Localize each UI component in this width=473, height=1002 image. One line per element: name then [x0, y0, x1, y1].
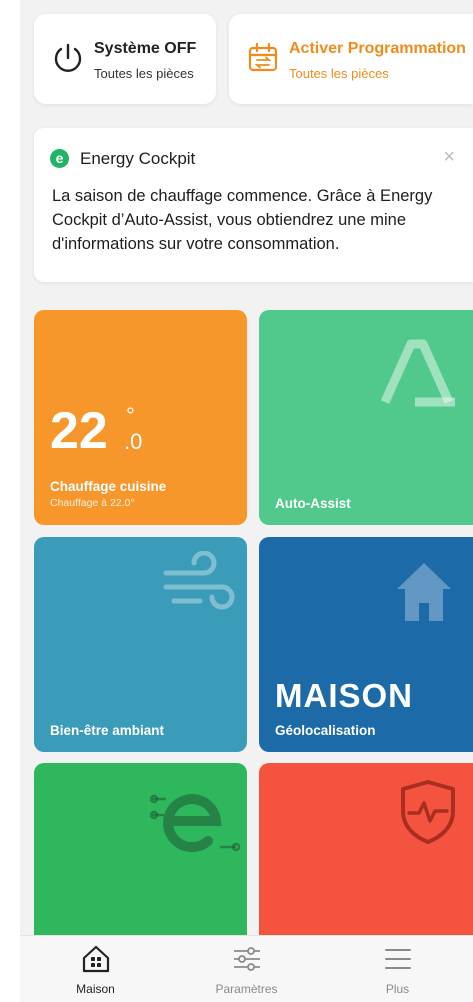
left-edge: [0, 0, 20, 1002]
geolocation-status: MAISON: [275, 677, 413, 714]
temperature-decimal: .0: [124, 429, 143, 454]
nav-label: Maison: [76, 982, 115, 996]
tile-label: Auto-Assist: [275, 496, 351, 511]
nav-item-plus[interactable]: Plus: [322, 936, 473, 1002]
nav-item-parametres[interactable]: Paramètres: [171, 936, 322, 1002]
temperature-display: 22 ° .0: [50, 402, 142, 460]
close-icon[interactable]: ×: [443, 146, 455, 169]
tile-sublabel: Chauffage à 22.0°: [50, 497, 135, 509]
house-icon: [397, 563, 451, 621]
system-subtitle: Toutes les pièces: [94, 66, 194, 81]
tile-bien-etre-ambiant[interactable]: Bien-être ambiant: [34, 537, 247, 752]
calendar-icon: [248, 42, 278, 72]
energy-cockpit-logo-icon: e: [50, 149, 69, 168]
system-off-button[interactable]: Système OFF Toutes les pièces: [34, 14, 216, 104]
tile-shield-health[interactable]: [259, 763, 473, 963]
tile-geolocalisation[interactable]: MAISON Géolocalisation: [259, 537, 473, 752]
banner-title: Energy Cockpit: [80, 149, 196, 168]
menu-icon: [385, 949, 411, 969]
bottom-navigation: Maison Paramètres Plus: [20, 935, 473, 1002]
banner-text: La saison de chauffage commence. Grâce à…: [52, 187, 433, 253]
energy-e-icon: [150, 794, 240, 852]
tile-chauffage-cuisine[interactable]: 22 ° .0 Chauffage cuisine Chauffage à 22…: [34, 310, 247, 525]
schedule-title: Activer Programmation: [289, 40, 466, 57]
tile-label: Bien-être ambiant: [50, 723, 165, 738]
tile-auto-assist[interactable]: Auto-Assist: [259, 310, 473, 525]
tile-label: Chauffage cuisine: [50, 479, 167, 494]
nav-label: Plus: [385, 982, 410, 996]
temperature-degree: °: [126, 403, 135, 428]
home-icon: [82, 945, 110, 973]
sliders-icon: [234, 947, 260, 971]
tile-energy-cockpit[interactable]: [34, 763, 247, 963]
activate-schedule-button[interactable]: Activer Programmation Toutes les pièces: [229, 14, 473, 104]
schedule-subtitle: Toutes les pièces: [289, 66, 389, 81]
shield-pulse-icon: [401, 780, 455, 844]
nav-label: Paramètres: [215, 982, 278, 996]
tile-label: Géolocalisation: [275, 723, 376, 738]
system-title: Système OFF: [94, 40, 197, 57]
nav-item-maison[interactable]: Maison: [20, 936, 171, 1002]
energy-cockpit-banner[interactable]: e Energy Cockpit × La saison de chauffag…: [34, 128, 473, 282]
wind-icon: [163, 551, 235, 610]
temperature-integer: 22: [50, 402, 108, 460]
power-icon: [54, 43, 82, 72]
auto-assist-logo-icon: [380, 339, 455, 407]
